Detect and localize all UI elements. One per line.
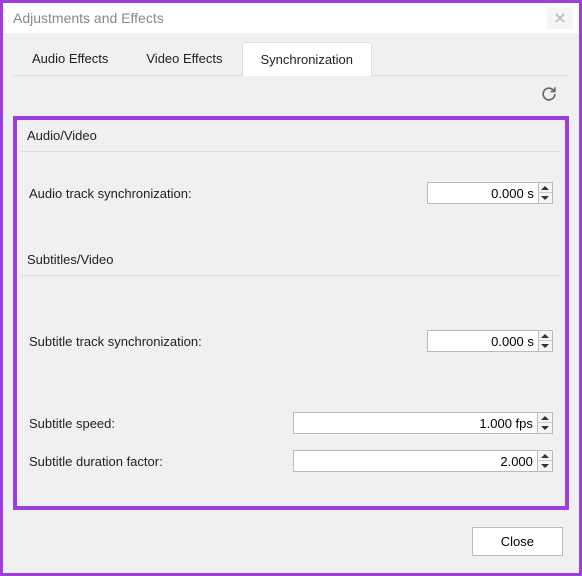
adjustments-effects-window: Adjustments and Effects Audio Effects Vi… [0, 0, 582, 576]
subtitle-speed-spinner[interactable] [293, 412, 553, 434]
tab-body: Audio/Video Audio track synchronization:… [13, 76, 569, 565]
field-subtitle-duration: Subtitle duration factor: [17, 444, 565, 478]
field-subtitle-sync: Subtitle track synchronization: [17, 324, 565, 358]
section-subtitles-video-title: Subtitles/Video [17, 244, 565, 275]
spin-down-button[interactable] [538, 461, 552, 471]
titlebar: Adjustments and Effects [3, 3, 579, 33]
spin-up-button[interactable] [538, 451, 552, 461]
subtitle-sync-label: Subtitle track synchronization: [29, 334, 427, 349]
subtitle-duration-input[interactable] [294, 451, 537, 471]
chevron-up-icon [541, 333, 549, 339]
subtitle-duration-spinner[interactable] [293, 450, 553, 472]
subtitle-sync-input[interactable] [428, 331, 538, 351]
tab-audio-effects[interactable]: Audio Effects [13, 41, 127, 75]
subtitle-duration-label: Subtitle duration factor: [29, 454, 293, 469]
audio-sync-input[interactable] [428, 183, 538, 203]
highlight-box: Audio/Video Audio track synchronization:… [13, 116, 569, 510]
spin-up-button[interactable] [539, 183, 552, 193]
subtitle-speed-label: Subtitle speed: [29, 416, 293, 431]
subtitle-sync-spinner[interactable] [427, 330, 553, 352]
refresh-icon [539, 84, 559, 104]
spinner-buttons [538, 183, 552, 203]
close-icon [555, 13, 565, 23]
field-audio-sync: Audio track synchronization: [17, 176, 565, 210]
section-audio-video-title: Audio/Video [17, 120, 565, 151]
chevron-up-icon [541, 415, 549, 421]
window-close-button[interactable] [547, 7, 573, 29]
tab-video-effects[interactable]: Video Effects [127, 41, 241, 75]
window-title: Adjustments and Effects [13, 10, 164, 26]
spin-down-button[interactable] [539, 193, 552, 203]
chevron-down-icon [541, 425, 549, 431]
spin-up-button[interactable] [538, 413, 552, 423]
close-button[interactable]: Close [472, 527, 563, 556]
spin-down-button[interactable] [539, 341, 552, 351]
spinner-buttons [538, 331, 552, 351]
chevron-down-icon [541, 463, 549, 469]
field-subtitle-speed: Subtitle speed: [17, 406, 565, 440]
chevron-down-icon [541, 343, 549, 349]
spinner-buttons [537, 413, 552, 433]
reset-button[interactable] [537, 82, 561, 106]
subtitle-speed-input[interactable] [294, 413, 537, 433]
tab-bar: Audio Effects Video Effects Synchronizat… [13, 41, 569, 76]
spin-up-button[interactable] [539, 331, 552, 341]
chevron-up-icon [541, 453, 549, 459]
audio-sync-label: Audio track synchronization: [29, 186, 427, 201]
chevron-up-icon [541, 185, 549, 191]
footer: Close [13, 517, 569, 565]
audio-sync-spinner[interactable] [427, 182, 553, 204]
divider [21, 151, 561, 152]
chevron-down-icon [541, 195, 549, 201]
spinner-buttons [537, 451, 552, 471]
spin-down-button[interactable] [538, 423, 552, 433]
content-area: Audio Effects Video Effects Synchronizat… [3, 33, 579, 573]
tab-synchronization[interactable]: Synchronization [242, 42, 373, 76]
